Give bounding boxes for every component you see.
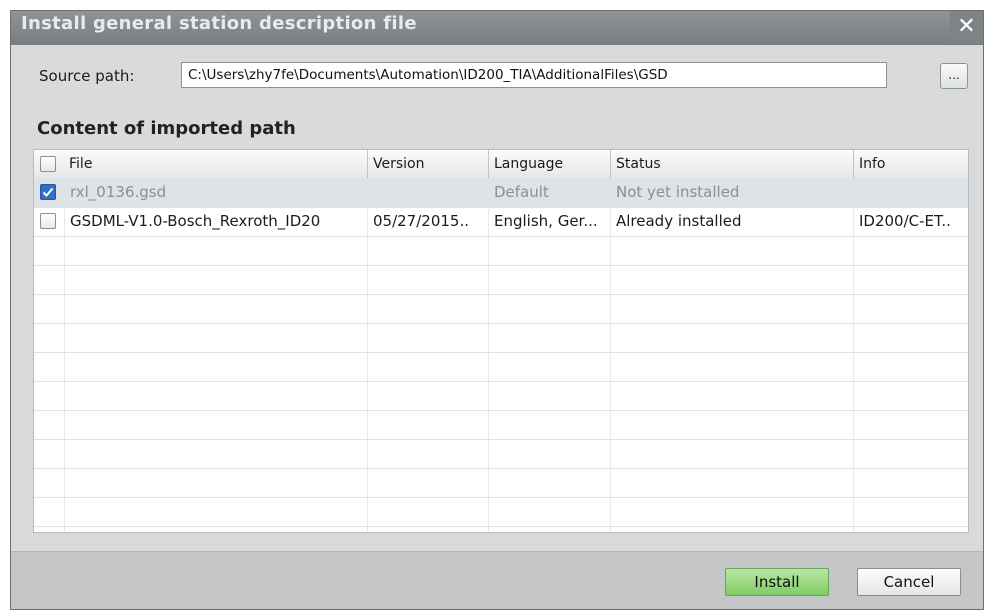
table-row[interactable]: rxl_0136.gsd Default Not yet installed	[34, 178, 968, 208]
dialog-footer: Install Cancel	[11, 551, 983, 609]
empty-row	[34, 294, 968, 324]
table-header: File Version Language Status Info	[34, 150, 968, 179]
status-cell: Not yet installed	[616, 183, 740, 201]
file-cell: rxl_0136.gsd	[70, 183, 167, 201]
close-button[interactable]: ✕	[950, 11, 983, 43]
imported-files-table: File Version Language Status Info rxl_01…	[33, 149, 969, 533]
language-cell: English, Ger...	[494, 212, 598, 230]
empty-row	[34, 410, 968, 440]
column-header-language[interactable]: Language	[488, 150, 610, 178]
file-cell: GSDML-V1.0-Bosch_Rexroth_ID20	[70, 212, 321, 230]
title-bar[interactable]: Install general station description file…	[11, 11, 983, 45]
source-path-row: Source path: C:\Users\zhy7fe\Documents\A…	[11, 45, 983, 115]
version-cell: 05/27/2015..	[373, 212, 469, 230]
column-header-version[interactable]: Version	[367, 150, 488, 178]
empty-row	[34, 352, 968, 382]
row-checkbox[interactable]	[40, 184, 56, 200]
install-button[interactable]: Install	[725, 568, 829, 596]
section-title: Content of imported path	[37, 118, 296, 139]
language-cell: Default	[494, 183, 549, 201]
empty-row	[34, 265, 968, 295]
column-header-status[interactable]: Status	[610, 150, 853, 178]
source-path-label: Source path:	[39, 67, 135, 85]
source-path-field[interactable]: C:\Users\zhy7fe\Documents\Automation\ID2…	[181, 62, 887, 88]
cancel-button[interactable]: Cancel	[857, 568, 961, 596]
install-gsd-dialog: Install general station description file…	[10, 10, 984, 610]
status-cell: Already installed	[616, 212, 742, 230]
info-cell	[853, 178, 968, 206]
version-cell	[367, 178, 488, 206]
dialog-title: Install general station description file	[21, 13, 417, 34]
select-all-checkbox[interactable]	[40, 156, 56, 172]
table-row[interactable]: GSDML-V1.0-Bosch_Rexroth_ID20 05/27/2015…	[34, 207, 968, 237]
column-header-info[interactable]: Info	[853, 150, 968, 178]
empty-row	[34, 497, 968, 527]
row-checkbox[interactable]	[40, 213, 56, 229]
empty-row	[34, 323, 968, 353]
empty-row	[34, 468, 968, 498]
close-icon: ✕	[957, 14, 976, 39]
browse-button[interactable]: ...	[940, 63, 968, 89]
info-cell: ID200/C-ET..	[859, 212, 951, 230]
checkmark-icon	[42, 187, 54, 197]
empty-row	[34, 236, 968, 266]
empty-row	[34, 381, 968, 411]
empty-row	[34, 439, 968, 469]
column-header-file[interactable]: File	[64, 150, 368, 178]
